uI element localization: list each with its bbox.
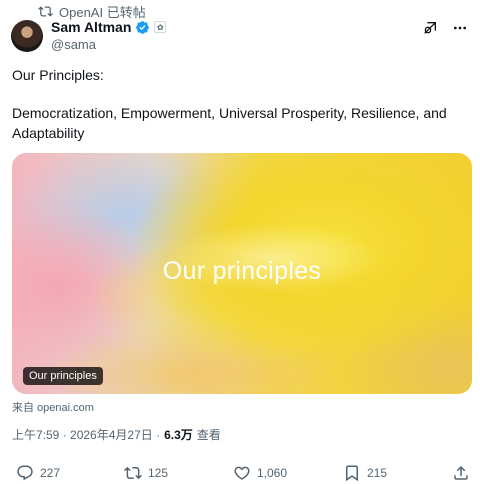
like-button[interactable]: 1,060 xyxy=(233,464,287,482)
author-name[interactable]: Sam Altman xyxy=(51,19,131,35)
more-icon[interactable] xyxy=(452,20,468,36)
repost-icon xyxy=(124,466,142,480)
bookmark-count: 215 xyxy=(367,466,388,480)
repost-icon xyxy=(38,5,53,17)
link-card-image[interactable]: Our principles Our principles xyxy=(12,153,472,394)
author-handle[interactable]: @sama xyxy=(51,37,96,52)
post-text-line-3: Adaptability xyxy=(12,125,85,141)
repost-context[interactable]: OpenAI 已转帖 xyxy=(38,3,146,20)
reply-button[interactable]: 227 xyxy=(16,464,60,482)
reply-count: 227 xyxy=(40,466,61,480)
card-title-badge: Our principles xyxy=(23,367,103,385)
reply-icon xyxy=(17,465,33,481)
view-count: 6.3万 xyxy=(164,428,193,442)
post-text-line-2: Democratization, Empowerment, Universal … xyxy=(12,105,447,121)
share-icon xyxy=(454,465,468,480)
post-text-line-1: Our Principles: xyxy=(12,67,104,83)
post-timestamp[interactable]: 上午7:59 · 2026年4月27日 · xyxy=(12,426,160,443)
grok-icon[interactable] xyxy=(422,20,438,36)
repost-button[interactable]: 125 xyxy=(124,464,168,482)
view-label: 查看 xyxy=(196,428,221,442)
heart-icon xyxy=(234,466,250,480)
card-image-title: Our principles xyxy=(162,257,322,285)
link-source[interactable]: 来自 openai.com xyxy=(12,399,94,415)
avatar[interactable] xyxy=(11,20,43,52)
repost-count: 125 xyxy=(148,466,169,480)
post-meta: 上午7:59 · 2026年4月27日 · 6.3万 查看 xyxy=(12,426,221,443)
bookmark-icon xyxy=(346,465,358,482)
bookmark-button[interactable]: 215 xyxy=(343,464,387,482)
share-button[interactable] xyxy=(452,464,470,482)
like-count: 1,060 xyxy=(257,466,288,480)
repost-label: OpenAI 已转帖 xyxy=(59,4,146,20)
openai-affiliate-icon: ✿ xyxy=(154,21,167,33)
action-bar: 227 125 1,060 215 xyxy=(0,464,480,484)
verified-badge-icon xyxy=(136,20,150,34)
